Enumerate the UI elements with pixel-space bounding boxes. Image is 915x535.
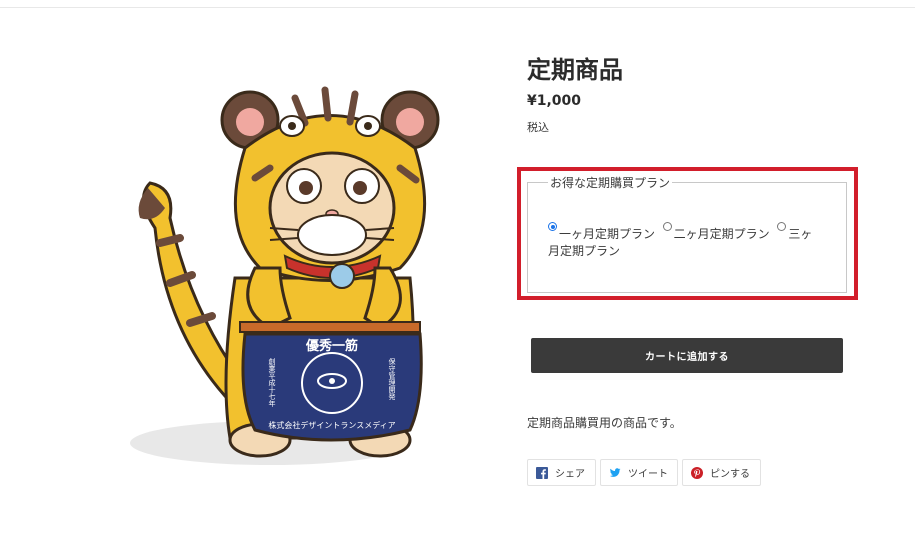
facebook-label: シェア: [555, 469, 585, 480]
share-pinterest-button[interactable]: ピンする: [682, 459, 761, 486]
plan-option-label: 一ヶ月定期プラン: [559, 227, 656, 241]
share-facebook-button[interactable]: シェア: [527, 459, 596, 486]
product-title: 定期商品: [527, 56, 623, 84]
plan-option-label: 二ヶ月定期プラン: [673, 227, 770, 241]
radio-button[interactable]: [548, 222, 557, 231]
banner-text-bottom: 株式会社デザイントランスメディア: [268, 420, 395, 430]
banner-side-right: 保守管理開発: [388, 357, 396, 401]
tax-note: 税込: [527, 121, 549, 134]
plan-options: 一ヶ月定期プラン 二ヶ月定期プラン 三ヶ月定期プラン: [548, 222, 820, 260]
radio-button[interactable]: [662, 222, 672, 231]
twitter-label: ツイート: [628, 469, 668, 480]
banner-text-top: 優秀一筋: [305, 338, 358, 354]
product-image[interactable]: 優秀一筋 株式会社デザイントランスメディア 創業平成十七年 保守管理開発: [120, 78, 450, 468]
plan-option-1[interactable]: 一ヶ月定期プラン: [548, 222, 656, 241]
plan-option-2[interactable]: 二ヶ月定期プラン: [662, 222, 770, 241]
header-divider: [0, 7, 915, 8]
subscription-plan-group: お得な定期購買プラン 一ヶ月定期プラン 二ヶ月定期プラン 三ヶ月定期プラン: [527, 174, 847, 293]
facebook-icon: [536, 466, 548, 479]
add-to-cart-button[interactable]: カートに追加する: [531, 338, 843, 373]
pinterest-icon: [691, 466, 703, 479]
plan-legend: お得な定期購買プラン: [550, 176, 671, 190]
product-description: 定期商品購買用の商品です。: [527, 416, 682, 430]
radio-button[interactable]: [777, 222, 787, 231]
product-price: ¥1,000: [527, 93, 582, 109]
banner-side-left: 創業平成十七年: [268, 357, 276, 408]
twitter-icon: [609, 467, 621, 477]
share-twitter-button[interactable]: ツイート: [600, 459, 678, 486]
pinterest-label: ピンする: [710, 469, 750, 480]
